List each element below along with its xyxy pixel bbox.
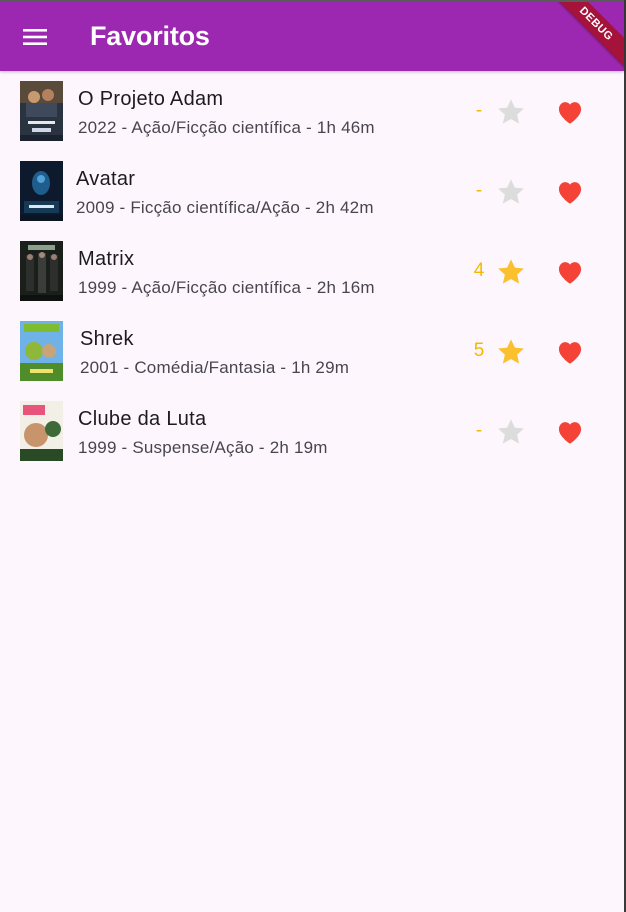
movie-title: Shrek bbox=[80, 328, 134, 350]
movie-poster bbox=[20, 241, 63, 301]
heart-icon bbox=[558, 422, 582, 444]
star-icon bbox=[498, 259, 524, 284]
app-screen: Favoritos DEBUG O Projeto Adam 2022 - Aç… bbox=[0, 0, 626, 912]
rating-value: 5 bbox=[473, 340, 485, 361]
heart-icon bbox=[558, 182, 582, 204]
movie-poster bbox=[20, 161, 63, 221]
menu-button[interactable] bbox=[14, 16, 56, 58]
debug-banner: DEBUG bbox=[546, 2, 624, 71]
heart-icon bbox=[558, 102, 582, 124]
rate-button[interactable] bbox=[492, 333, 530, 371]
list-item[interactable]: Matrix 1999 - Ação/Ficção científica - 2… bbox=[0, 231, 624, 311]
app-bar: Favoritos DEBUG bbox=[0, 0, 624, 71]
star-icon bbox=[498, 179, 524, 204]
favorite-button[interactable] bbox=[550, 413, 590, 451]
favorites-list: O Projeto Adam 2022 - Ação/Ficção cientí… bbox=[0, 71, 624, 471]
movie-info: Matrix 1999 - Ação/Ficção científica - 2… bbox=[78, 247, 375, 299]
rating-value: - bbox=[475, 180, 483, 201]
favorite-button[interactable] bbox=[550, 93, 590, 131]
movie-title: Matrix bbox=[78, 248, 135, 270]
movie-details: 2001 - Comédia/Fantasia - 1h 29m bbox=[80, 358, 350, 377]
movie-info: Avatar 2009 - Ficção científica/Ação - 2… bbox=[76, 167, 374, 219]
list-item[interactable]: Avatar 2009 - Ficção científica/Ação - 2… bbox=[0, 151, 624, 231]
movie-details: 2022 - Ação/Ficção científica - 1h 46m bbox=[78, 118, 375, 137]
star-icon bbox=[498, 419, 524, 444]
movie-details: 2009 - Ficção científica/Ação - 2h 42m bbox=[76, 198, 374, 217]
rating-value: - bbox=[475, 420, 483, 441]
star-icon bbox=[498, 99, 524, 124]
list-item[interactable]: Shrek 2001 - Comédia/Fantasia - 1h 29m 5 bbox=[0, 311, 624, 391]
list-item[interactable]: O Projeto Adam 2022 - Ação/Ficção cientí… bbox=[0, 71, 624, 151]
movie-poster bbox=[20, 321, 63, 381]
movie-info: O Projeto Adam 2022 - Ação/Ficção cientí… bbox=[78, 87, 375, 139]
favorite-button[interactable] bbox=[550, 253, 590, 291]
movie-poster bbox=[20, 81, 63, 141]
rate-button[interactable] bbox=[492, 253, 530, 291]
movie-details: 1999 - Ação/Ficção científica - 2h 16m bbox=[78, 278, 375, 297]
movie-title: Clube da Luta bbox=[78, 408, 207, 430]
rate-button[interactable] bbox=[492, 173, 530, 211]
movie-poster bbox=[20, 401, 63, 461]
favorite-button[interactable] bbox=[550, 173, 590, 211]
favorite-button[interactable] bbox=[550, 333, 590, 371]
rating-value: - bbox=[475, 100, 483, 121]
movie-title: Avatar bbox=[76, 168, 136, 190]
menu-icon bbox=[23, 29, 47, 45]
rate-button[interactable] bbox=[492, 93, 530, 131]
movie-info: Shrek 2001 - Comédia/Fantasia - 1h 29m bbox=[80, 327, 349, 379]
movie-details: 1999 - Suspense/Ação - 2h 19m bbox=[78, 438, 328, 457]
rate-button[interactable] bbox=[492, 413, 530, 451]
movie-title: O Projeto Adam bbox=[78, 88, 224, 110]
heart-icon bbox=[558, 342, 582, 364]
page-title: Favoritos bbox=[90, 21, 210, 51]
list-item[interactable]: Clube da Luta 1999 - Suspense/Ação - 2h … bbox=[0, 391, 624, 471]
star-icon bbox=[498, 339, 524, 364]
heart-icon bbox=[558, 262, 582, 284]
rating-value: 4 bbox=[473, 260, 485, 281]
movie-info: Clube da Luta 1999 - Suspense/Ação - 2h … bbox=[78, 407, 328, 459]
